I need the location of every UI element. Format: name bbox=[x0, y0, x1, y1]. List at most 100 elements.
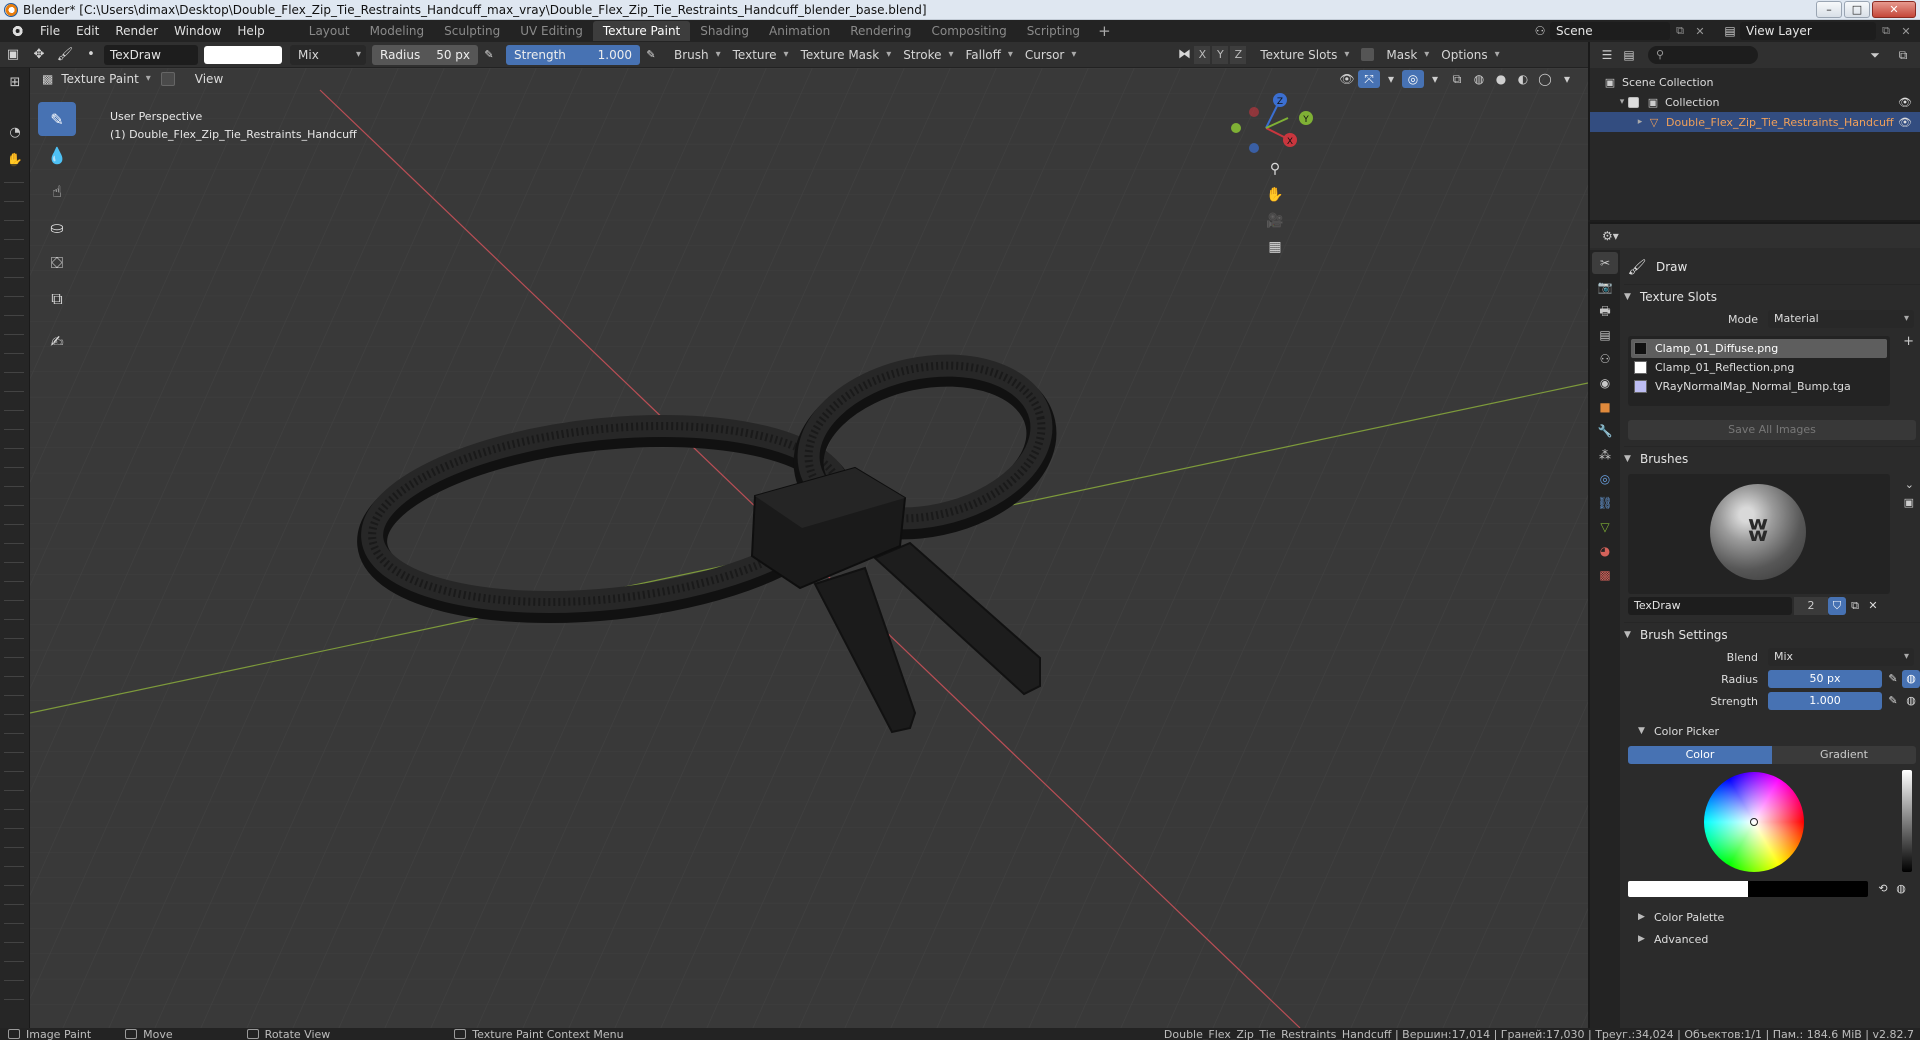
tab-compositing[interactable]: Compositing bbox=[921, 21, 1016, 41]
add-texture-slot-icon[interactable]: + bbox=[1903, 334, 1914, 349]
shading-wireframe-icon[interactable]: ◍ bbox=[1468, 70, 1490, 88]
section-brush-settings[interactable]: ▼ Brush Settings bbox=[1624, 622, 1920, 646]
blender-menu-icon[interactable] bbox=[10, 24, 24, 38]
strength-pressure-icon[interactable]: ✎ bbox=[642, 45, 660, 65]
fake-user-shield-icon[interactable]: ⛉ bbox=[1828, 597, 1846, 615]
tab-data-icon[interactable]: ▽ bbox=[1592, 516, 1618, 538]
brush-icon[interactable]: 🖌 bbox=[52, 44, 78, 66]
collection-expand-icon[interactable]: ▾ bbox=[1616, 97, 1628, 107]
scene-icon[interactable]: ⚇ bbox=[1530, 24, 1550, 38]
brush-color-swatch[interactable] bbox=[204, 45, 282, 64]
menu-edit[interactable]: Edit bbox=[68, 20, 107, 42]
mirror-z-toggle[interactable]: Z bbox=[1230, 45, 1247, 64]
properties-editor-icon[interactable]: ⚙▾ bbox=[1602, 229, 1619, 243]
scene-name-field[interactable]: Scene bbox=[1550, 22, 1670, 40]
fill-tool-icon[interactable]: ⛋ bbox=[38, 246, 76, 280]
color-wheel-cursor[interactable] bbox=[1750, 818, 1758, 826]
menu-file[interactable]: File bbox=[32, 20, 68, 42]
new-scene-icon[interactable]: ⧉ bbox=[1670, 24, 1690, 38]
shading-rendered-icon[interactable]: ◯ bbox=[1534, 70, 1556, 88]
tab-material-icon[interactable]: ◕ bbox=[1592, 540, 1618, 562]
unlink-brush-icon[interactable]: ✕ bbox=[1864, 597, 1882, 615]
view-layer-name-field[interactable]: View Layer bbox=[1740, 22, 1876, 40]
brush-user-count[interactable]: 2 bbox=[1794, 597, 1828, 615]
tab-texture-paint[interactable]: Texture Paint bbox=[592, 21, 691, 41]
clone-tool-icon[interactable]: ⛀ bbox=[38, 210, 76, 244]
tab-rendering[interactable]: Rendering bbox=[840, 21, 921, 41]
display-mode-icon[interactable]: ▤ bbox=[1618, 48, 1640, 62]
new-view-layer-icon[interactable]: ⧉ bbox=[1876, 24, 1896, 38]
mask-menu[interactable]: Mask bbox=[1380, 45, 1431, 65]
strength-pressure-icon[interactable]: ✎ bbox=[1884, 692, 1902, 710]
value-slider[interactable] bbox=[1902, 770, 1912, 872]
filter-icon[interactable]: ⏷ bbox=[1858, 48, 1892, 63]
mirror-y-toggle[interactable]: Y bbox=[1212, 45, 1229, 64]
subsection-color-picker[interactable]: ▼ Color Picker bbox=[1624, 720, 1920, 742]
mask-checkbox[interactable] bbox=[1361, 48, 1375, 61]
brush-image-icon[interactable]: ▣ bbox=[1904, 496, 1914, 509]
section-brushes[interactable]: ▼ Brushes bbox=[1624, 446, 1920, 470]
outliner-search-input[interactable]: ⚲ bbox=[1648, 46, 1758, 64]
cursor-menu[interactable]: Cursor bbox=[1019, 45, 1078, 65]
mirror-x-toggle[interactable]: X bbox=[1194, 45, 1211, 64]
zoom-view-icon[interactable]: ⚲ bbox=[1262, 156, 1288, 182]
tab-color[interactable]: Color bbox=[1628, 746, 1772, 764]
view-zoom-small-icon[interactable]: ◔ bbox=[0, 118, 30, 146]
radius-pressure-icon[interactable]: ✎ bbox=[480, 45, 498, 65]
strength-unified-icon[interactable]: ◍ bbox=[1902, 692, 1920, 710]
tab-animation[interactable]: Animation bbox=[759, 21, 840, 41]
gizmo-toggle-icon[interactable]: ⤧ bbox=[1358, 70, 1380, 88]
gizmo-neg-x[interactable] bbox=[1249, 107, 1259, 117]
strength-slider[interactable]: Strength 1.000 bbox=[506, 44, 640, 65]
tab-physics-icon[interactable]: ◎ bbox=[1592, 468, 1618, 490]
object-eye-icon[interactable]: 👁 bbox=[1898, 116, 1912, 129]
shading-solid-icon[interactable]: ● bbox=[1490, 70, 1512, 88]
stroke-menu[interactable]: Stroke bbox=[897, 45, 955, 65]
tab-scene-icon[interactable]: ⚇ bbox=[1592, 348, 1618, 370]
minimize-button[interactable]: – bbox=[1816, 1, 1842, 18]
tab-output-icon[interactable]: 🖶 bbox=[1592, 300, 1618, 322]
texture-menu[interactable]: Texture bbox=[727, 45, 791, 65]
strength-field[interactable]: 1.000 bbox=[1768, 692, 1882, 710]
paint-mask-toggle[interactable] bbox=[160, 72, 175, 86]
object-expand-icon[interactable]: ▸ bbox=[1634, 117, 1646, 127]
editor-type-small-icon[interactable]: ⊞ bbox=[0, 68, 30, 96]
3d-viewport[interactable]: Z X Y ▩ Texture Paint View 👁 ⤧ ▾ ◎ ▾ ⧉ ◍… bbox=[30, 68, 1588, 1028]
tab-texture-icon[interactable]: ▩ bbox=[1592, 564, 1618, 586]
texture-mode-dropdown[interactable]: Material bbox=[1768, 310, 1914, 328]
tab-constraints-icon[interactable]: ⛓ bbox=[1592, 492, 1618, 514]
view-menu[interactable]: View bbox=[189, 72, 229, 86]
draw-tool-icon[interactable]: ✎ bbox=[38, 102, 76, 136]
options-menu[interactable]: Options bbox=[1435, 45, 1501, 65]
tab-tool-icon[interactable]: ✂ bbox=[1592, 252, 1618, 274]
tab-scripting[interactable]: Scripting bbox=[1017, 21, 1090, 41]
brush-name-field[interactable]: TexDraw bbox=[104, 44, 198, 65]
overlay-dropdown-icon[interactable]: ▾ bbox=[1424, 70, 1446, 88]
collection-eye-icon[interactable]: 👁 bbox=[1898, 96, 1912, 109]
tab-object-icon[interactable]: ■ bbox=[1592, 396, 1618, 418]
pan-view-icon[interactable]: ✋ bbox=[1262, 182, 1288, 208]
tool-settings-icon[interactable]: ✥ bbox=[26, 44, 52, 66]
mode-dropdown[interactable]: Texture Paint bbox=[57, 68, 154, 90]
subsection-advanced[interactable]: ▶ Advanced bbox=[1624, 928, 1920, 950]
outliner-editor-icon[interactable]: ☰ bbox=[1596, 48, 1618, 62]
section-texture-slots[interactable]: ▼ Texture Slots bbox=[1624, 284, 1920, 308]
xray-toggle-icon[interactable]: ⧉ bbox=[1446, 70, 1468, 88]
duplicate-brush-icon[interactable]: ⧉ bbox=[1846, 597, 1864, 615]
blend-dropdown[interactable]: Mix bbox=[290, 44, 366, 65]
visibility-icon[interactable]: 👁 bbox=[1336, 70, 1358, 88]
texture-mask-menu[interactable]: Texture Mask bbox=[795, 45, 894, 65]
ortho-toggle-icon[interactable]: ▦ bbox=[1262, 234, 1288, 260]
delete-scene-icon[interactable]: ✕ bbox=[1690, 25, 1710, 38]
tab-particles-icon[interactable]: ⁂ bbox=[1592, 444, 1618, 466]
save-all-images-button[interactable]: Save All Images bbox=[1628, 420, 1916, 440]
radius-field[interactable]: 50 px bbox=[1768, 670, 1882, 688]
menu-window[interactable]: Window bbox=[166, 20, 229, 42]
close-button[interactable]: ✕ bbox=[1872, 1, 1916, 18]
outliner-row-collection[interactable]: ▾ ▣ Collection 👁 bbox=[1590, 92, 1920, 112]
mask-tool-icon[interactable]: ⧉ bbox=[38, 282, 76, 316]
falloff-menu[interactable]: Falloff bbox=[959, 45, 1014, 65]
tab-modifiers-icon[interactable]: 🔧 bbox=[1592, 420, 1618, 442]
add-workspace-button[interactable]: + bbox=[1090, 22, 1119, 40]
tab-sculpting[interactable]: Sculpting bbox=[434, 21, 510, 41]
